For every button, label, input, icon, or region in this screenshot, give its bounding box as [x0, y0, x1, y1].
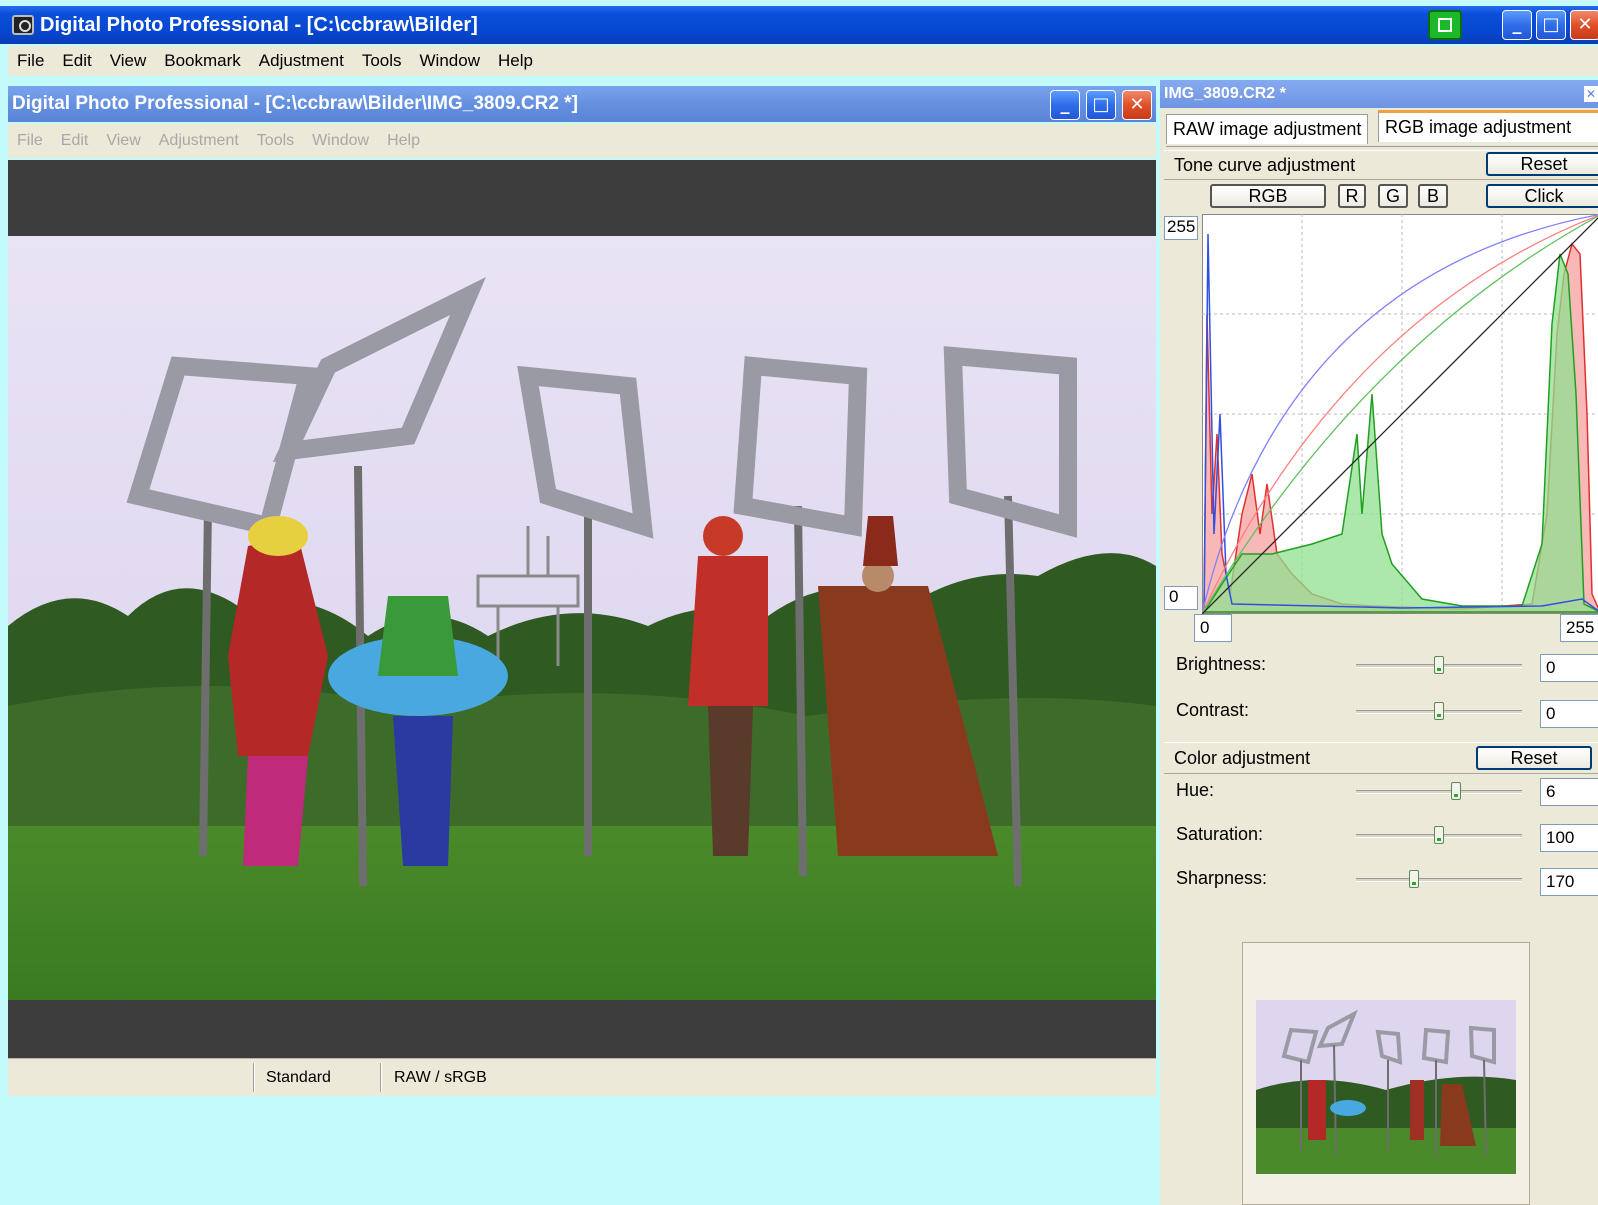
menu-window[interactable]: Window: [411, 51, 489, 71]
menu-help[interactable]: Help: [489, 51, 542, 71]
image-viewer-area[interactable]: [8, 160, 1156, 1076]
channel-rgb-button[interactable]: RGB: [1210, 184, 1326, 208]
viewer-close-button[interactable]: ✕: [1122, 90, 1152, 120]
color-reset-button[interactable]: Reset: [1476, 746, 1592, 770]
menu-tools[interactable]: Tools: [353, 51, 411, 71]
tool-palette-close-icon[interactable]: ✕: [1584, 86, 1598, 102]
viewer-status-bar: Standard RAW / sRGB: [8, 1058, 1156, 1096]
sharpness-field[interactable]: 170: [1540, 868, 1598, 896]
contrast-slider-thumb[interactable]: [1434, 702, 1444, 720]
viewer-menu-bar: File Edit View Adjustment Tools Window H…: [8, 124, 1156, 158]
camera-app-icon: [12, 15, 34, 35]
main-title-bar: Digital Photo Professional - [C:\ccbraw\…: [0, 6, 1598, 44]
tab-rgb-image-adjustment[interactable]: RGB image adjustment: [1378, 110, 1598, 142]
main-minimize-button[interactable]: _: [1502, 10, 1532, 40]
viewer-menu-view[interactable]: View: [97, 132, 149, 150]
viewer-menu-file[interactable]: File: [8, 132, 52, 150]
main-close-button[interactable]: ✕: [1570, 10, 1598, 40]
channel-b-button[interactable]: B: [1418, 184, 1448, 208]
menu-edit[interactable]: Edit: [53, 51, 100, 71]
printer-icon[interactable]: [1428, 10, 1462, 40]
navigator-thumbnail[interactable]: [1256, 1000, 1516, 1174]
hue-field[interactable]: 6: [1540, 778, 1598, 806]
menu-bookmark[interactable]: Bookmark: [155, 51, 250, 71]
brightness-slider-thumb[interactable]: [1434, 656, 1444, 674]
menu-view[interactable]: View: [101, 51, 156, 71]
tone-curve-y-max: 255: [1164, 216, 1198, 240]
viewer-menu-window[interactable]: Window: [303, 132, 378, 150]
main-maximize-button[interactable]: □: [1536, 10, 1566, 40]
tool-palette-title-bar: IMG_3809.CR2 *: [1160, 80, 1598, 108]
hue-slider-thumb[interactable]: [1450, 782, 1461, 800]
tone-curve-reset-button[interactable]: Reset: [1486, 152, 1598, 176]
viewer-menu-edit[interactable]: Edit: [52, 132, 98, 150]
tab-raw-image-adjustment[interactable]: RAW image adjustment: [1166, 114, 1369, 144]
brightness-field[interactable]: 0: [1540, 654, 1598, 682]
tool-palette: IMG_3809.CR2 * ✕ RAW image adjustment RG…: [1160, 80, 1598, 1205]
viewer-maximize-button[interactable]: □: [1086, 90, 1116, 120]
viewer-minimize-button[interactable]: _: [1050, 90, 1080, 120]
menu-file[interactable]: File: [8, 51, 53, 71]
viewer-menu-tools[interactable]: Tools: [248, 132, 303, 150]
sharpness-slider-thumb[interactable]: [1409, 870, 1420, 888]
tone-curve-input-max[interactable]: 255: [1560, 614, 1598, 642]
tone-curve-title: Tone curve adjustment: [1174, 154, 1356, 175]
status-color-space: RAW / sRGB: [394, 1069, 487, 1086]
sharpness-label: Sharpness:: [1176, 868, 1268, 888]
saturation-label: Saturation:: [1176, 824, 1264, 844]
viewer-window-title: Digital Photo Professional - [C:\ccbraw\…: [12, 93, 578, 114]
saturation-field[interactable]: 100: [1540, 824, 1598, 852]
sharpness-slider-track[interactable]: [1356, 878, 1522, 882]
tone-curve-y-min: 0: [1164, 586, 1198, 610]
main-menu-bar: File Edit View Bookmark Adjustment Tools…: [8, 46, 1598, 76]
click-white-balance-button[interactable]: Click: [1486, 184, 1598, 208]
main-photo: [8, 236, 1156, 1000]
hue-label: Hue:: [1176, 780, 1215, 800]
status-picture-style: Standard: [266, 1069, 331, 1086]
tone-curve-graph[interactable]: [1202, 214, 1598, 614]
menu-adjustment[interactable]: Adjustment: [250, 51, 353, 71]
tool-palette-title: IMG_3809.CR2 *: [1164, 85, 1286, 102]
main-window-title: Digital Photo Professional - [C:\ccbraw\…: [40, 13, 478, 36]
channel-g-button[interactable]: G: [1378, 184, 1408, 208]
brightness-label: Brightness:: [1176, 654, 1267, 674]
channel-r-button[interactable]: R: [1338, 184, 1366, 208]
color-adjustment-title: Color adjustment: [1174, 747, 1311, 768]
saturation-slider-thumb[interactable]: [1434, 826, 1444, 844]
tone-curve-input-min[interactable]: 0: [1194, 614, 1232, 642]
hue-slider-track[interactable]: [1356, 790, 1522, 794]
contrast-field[interactable]: 0: [1540, 700, 1598, 728]
viewer-menu-adjustment[interactable]: Adjustment: [150, 132, 248, 150]
contrast-label: Contrast:: [1176, 700, 1250, 720]
viewer-title-bar: Digital Photo Professional - [C:\ccbraw\…: [8, 86, 1156, 122]
viewer-menu-help[interactable]: Help: [378, 132, 429, 150]
